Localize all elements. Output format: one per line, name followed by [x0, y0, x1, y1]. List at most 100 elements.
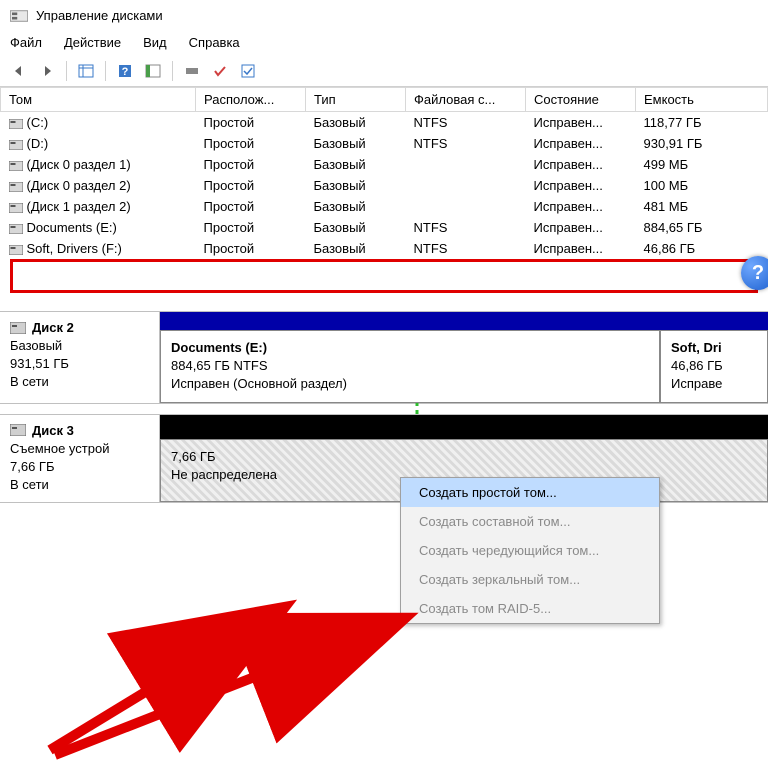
- partition-title: Soft, Dri: [671, 339, 757, 357]
- disk-2-volumes: Documents (E:) 884,65 ГБ NTFS Исправен (…: [160, 312, 768, 403]
- disk-graphical-area: Диск 2 Базовый 931,51 ГБ В сети Document…: [0, 311, 768, 503]
- vol-name: (C:): [27, 115, 49, 130]
- disk-3-label[interactable]: Диск 3 Съемное устрой 7,66 ГБ В сети: [0, 415, 160, 503]
- table-row[interactable]: (D:)ПростойБазовыйNTFSИсправен...930,91 …: [1, 133, 768, 154]
- partition-documents-e[interactable]: Documents (E:) 884,65 ГБ NTFS Исправен (…: [160, 330, 660, 403]
- disk-2-label[interactable]: Диск 2 Базовый 931,51 ГБ В сети: [0, 312, 160, 403]
- highlighted-empty-row: ?: [10, 259, 758, 293]
- vol-fs: [406, 154, 526, 175]
- col-layout[interactable]: Располож...: [196, 88, 306, 112]
- check-icon[interactable]: [209, 60, 231, 82]
- vol-fs: NTFS: [406, 217, 526, 238]
- red-arrow-annotation: [30, 570, 450, 770]
- properties-icon[interactable]: [237, 60, 259, 82]
- vol-status: Исправен...: [526, 154, 636, 175]
- menubar: Файл Действие Вид Справка: [0, 31, 768, 56]
- vol-capacity: 930,91 ГБ: [636, 133, 768, 154]
- partition-size: 46,86 ГБ: [671, 357, 757, 375]
- menu-view[interactable]: Вид: [143, 35, 167, 50]
- vol-fs: NTFS: [406, 133, 526, 154]
- vol-fs: NTFS: [406, 112, 526, 134]
- vol-type: Базовый: [306, 196, 406, 217]
- list-view-icon[interactable]: [181, 60, 203, 82]
- vol-capacity: 884,65 ГБ: [636, 217, 768, 238]
- disk-2-info: Базовый 931,51 ГБ В сети: [10, 337, 149, 392]
- vol-status: Исправен...: [526, 217, 636, 238]
- col-capacity[interactable]: Емкость: [636, 88, 768, 112]
- menu-item-create-raid5-volume: Создать том RAID-5...: [401, 594, 659, 623]
- volume-icon: [9, 182, 23, 192]
- vol-capacity: 46,86 ГБ: [636, 238, 768, 259]
- disk-name-text: Диск 3: [32, 423, 74, 438]
- menu-item-create-mirrored-volume: Создать зеркальный том...: [401, 565, 659, 594]
- vol-name: Documents (E:): [27, 220, 117, 235]
- vol-layout: Простой: [196, 196, 306, 217]
- vol-fs: NTFS: [406, 238, 526, 259]
- volume-table: Том Располож... Тип Файловая с... Состоя…: [0, 87, 768, 259]
- table-row[interactable]: (Диск 0 раздел 2)ПростойБазовыйИсправен.…: [1, 175, 768, 196]
- refresh-icon[interactable]: [142, 60, 164, 82]
- col-status[interactable]: Состояние: [526, 88, 636, 112]
- vol-name: (Диск 1 раздел 2): [27, 199, 131, 214]
- toolbar: ?: [0, 56, 768, 87]
- partition-status: Исправен (Основной раздел): [171, 375, 649, 393]
- vol-name: (Диск 0 раздел 2): [27, 178, 131, 193]
- disk-icon: [10, 322, 26, 334]
- vol-layout: Простой: [196, 175, 306, 196]
- volume-icon: [9, 203, 23, 213]
- vol-capacity: 499 МБ: [636, 154, 768, 175]
- disk-2-row: Диск 2 Базовый 931,51 ГБ В сети Document…: [0, 311, 768, 404]
- disk-management-window: Управление дисками Файл Действие Вид Спр…: [0, 0, 768, 503]
- vol-layout: Простой: [196, 238, 306, 259]
- vol-fs: [406, 196, 526, 217]
- volume-icon: [9, 245, 23, 255]
- menu-item-create-striped-volume: Создать чередующийся том...: [401, 536, 659, 565]
- vol-status: Исправен...: [526, 175, 636, 196]
- vol-status: Исправен...: [526, 133, 636, 154]
- help-icon[interactable]: ?: [114, 60, 136, 82]
- vol-layout: Простой: [196, 112, 306, 134]
- volume-icon: [9, 161, 23, 171]
- table-header-row: Том Располож... Тип Файловая с... Состоя…: [1, 88, 768, 112]
- vol-layout: Простой: [196, 217, 306, 238]
- disk-3-info: Съемное устрой 7,66 ГБ В сети: [10, 440, 149, 495]
- disk-icon: [10, 424, 26, 436]
- back-button[interactable]: [8, 60, 30, 82]
- vol-name: (Диск 0 раздел 1): [27, 157, 131, 172]
- separator: [172, 61, 173, 81]
- vol-layout: Простой: [196, 154, 306, 175]
- vol-type: Базовый: [306, 217, 406, 238]
- vol-name: Soft, Drivers (F:): [27, 241, 122, 256]
- partition-size: 884,65 ГБ NTFS: [171, 357, 649, 375]
- vol-name: (D:): [27, 136, 49, 151]
- disk-management-icon: [10, 9, 28, 23]
- menu-help[interactable]: Справка: [189, 35, 240, 50]
- menu-action[interactable]: Действие: [64, 35, 121, 50]
- vol-type: Базовый: [306, 238, 406, 259]
- svg-text:?: ?: [122, 66, 129, 78]
- vol-fs: [406, 175, 526, 196]
- partition-status: Исправе: [671, 375, 757, 393]
- show-hide-icon[interactable]: [75, 60, 97, 82]
- table-row[interactable]: (Диск 1 раздел 2) ПростойБазовый Исправен.…: [1, 196, 768, 217]
- table-row[interactable]: Documents (E:) ПростойБазовыйNTFSИсправен…: [1, 217, 768, 238]
- separator: [105, 61, 106, 81]
- separator: [66, 61, 67, 81]
- partition-soft-drivers[interactable]: Soft, Dri 46,86 ГБ Исправе: [660, 330, 768, 403]
- vol-type: Базовый: [306, 112, 406, 134]
- vol-type: Базовый: [306, 133, 406, 154]
- vol-capacity: 100 МБ: [636, 175, 768, 196]
- col-volume[interactable]: Том: [1, 88, 196, 112]
- menu-file[interactable]: Файл: [10, 35, 42, 50]
- col-type[interactable]: Тип: [306, 88, 406, 112]
- disk-3-row: Диск 3 Съемное устрой 7,66 ГБ В сети 7,6…: [0, 414, 768, 504]
- table-row[interactable]: (Диск 0 раздел 1)ПростойБазовыйИсправен.…: [1, 154, 768, 175]
- menu-item-create-simple-volume[interactable]: Создать простой том...: [401, 478, 659, 507]
- col-fs[interactable]: Файловая с...: [406, 88, 526, 112]
- menu-item-create-spanned-volume: Создать составной том...: [401, 507, 659, 536]
- volume-icon: [9, 140, 23, 150]
- vol-status: Исправен...: [526, 196, 636, 217]
- table-row[interactable]: (C:)ПростойБазовыйNTFSИсправен...118,77 …: [1, 112, 768, 134]
- table-row[interactable]: Soft, Drivers (F:)ПростойБазовыйNTFSИспр…: [1, 238, 768, 259]
- forward-button[interactable]: [36, 60, 58, 82]
